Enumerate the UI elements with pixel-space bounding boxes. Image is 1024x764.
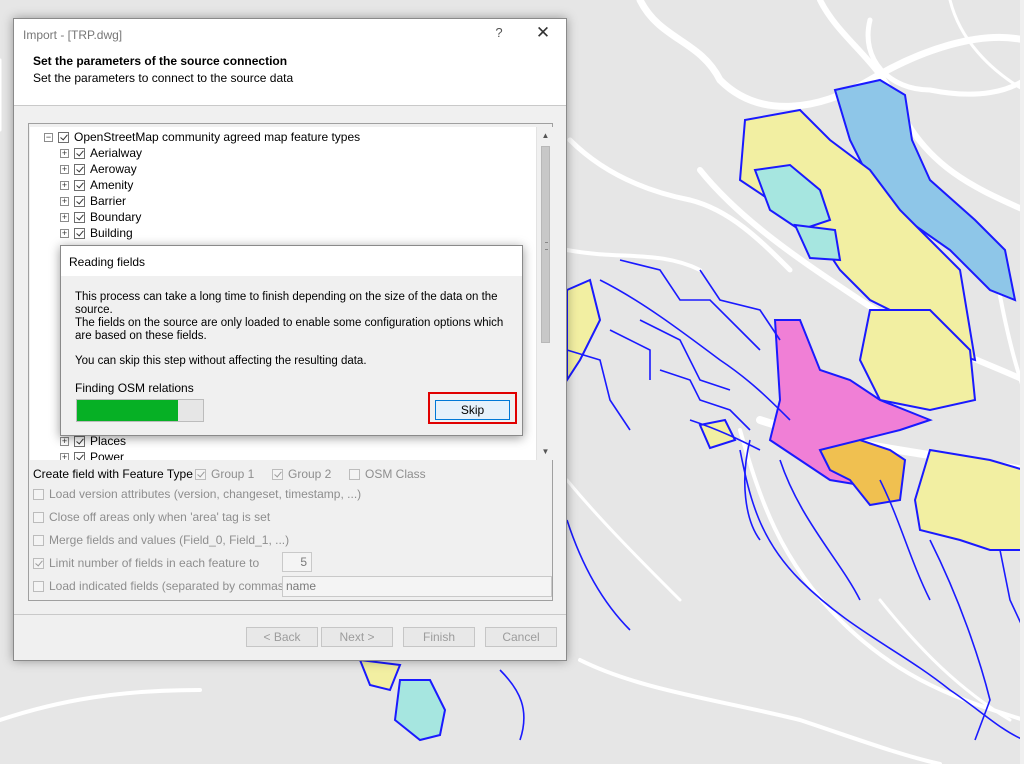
close-off-option[interactable]: Close off areas only when 'area' tag is … (33, 510, 270, 524)
help-icon[interactable]: ? (492, 25, 506, 41)
page-subheading: Set the parameters to connect to the sou… (33, 71, 294, 85)
tree-item-label: Building (90, 226, 133, 240)
tree-item[interactable]: + Amenity (60, 177, 133, 193)
load-version-checkbox[interactable] (33, 488, 44, 500)
tree-item[interactable]: + Aeroway (60, 161, 137, 177)
close-off-label: Close off areas only when 'area' tag is … (49, 510, 271, 524)
tree-item-label: Barrier (90, 194, 127, 208)
expand-icon[interactable]: + (60, 452, 69, 460)
dialog-title: Import - [TRP.dwg] (23, 28, 123, 42)
tree-item[interactable]: + Power (60, 449, 124, 460)
scroll-thumb[interactable] (541, 146, 550, 343)
indicated-fields-input[interactable]: name (282, 576, 552, 597)
expand-icon[interactable]: + (60, 436, 69, 446)
scroll-down-icon[interactable]: ▼ (537, 443, 554, 460)
group2-checkbox[interactable] (272, 468, 283, 480)
group2-option[interactable]: Group 2 (272, 467, 331, 481)
tree-root-row[interactable]: − OpenStreetMap community agreed map fea… (44, 129, 360, 145)
next-button[interactable]: Next > (321, 627, 393, 647)
collapse-icon[interactable]: − (44, 132, 53, 142)
tree-item-checkbox[interactable] (74, 211, 85, 223)
group1-label: Group 1 (211, 467, 255, 481)
expand-icon[interactable]: + (60, 212, 69, 222)
load-indicated-option[interactable]: Load indicated fields (separated by comm… (33, 579, 288, 593)
progress-bar (76, 399, 204, 422)
group1-option[interactable]: Group 1 (195, 467, 254, 481)
feature-type-row: Create field with Feature Type (33, 467, 193, 481)
load-indicated-label: Load indicated fields (separated by comm… (49, 579, 288, 593)
progress-label: Finding OSM relations (75, 381, 194, 395)
tree-item-label: Places (90, 434, 127, 448)
expand-icon[interactable]: + (60, 164, 69, 174)
tree-scrollbar[interactable]: ▲ ▼ (536, 127, 553, 460)
tree-item-label: Aerialway (90, 146, 143, 160)
tree-item-checkbox[interactable] (74, 147, 85, 159)
close-icon[interactable]: ✕ (532, 23, 554, 43)
load-version-option[interactable]: Load version attributes (version, change… (33, 487, 361, 501)
group2-label: Group 2 (288, 467, 332, 481)
load-version-label: Load version attributes (version, change… (49, 487, 362, 501)
tree-item-label: Boundary (90, 210, 142, 224)
tree-item-checkbox[interactable] (74, 451, 85, 460)
footer-divider (14, 614, 566, 615)
limit-fields-input[interactable]: 5 (282, 552, 312, 572)
tree-item-checkbox[interactable] (74, 179, 85, 191)
expand-icon[interactable]: + (60, 228, 69, 238)
grip-icon (545, 242, 548, 250)
tree-item[interactable]: + Barrier (60, 193, 126, 209)
popup-title: Reading fields (69, 255, 146, 269)
expand-icon[interactable]: + (60, 180, 69, 190)
tree-item-label: Amenity (90, 178, 134, 192)
merge-fields-option[interactable]: Merge fields and values (Field_0, Field_… (33, 533, 289, 547)
limit-fields-checkbox[interactable] (33, 557, 44, 569)
tree-item-checkbox[interactable] (74, 227, 85, 239)
popup-message-3: You can skip this step without affecting… (75, 355, 367, 367)
popup-message-2: The fields on the source are only loaded… (75, 317, 504, 342)
scroll-up-icon[interactable]: ▲ (537, 127, 554, 144)
finish-button[interactable]: Finish (403, 627, 475, 647)
tree-item[interactable]: + Aerialway (60, 145, 142, 161)
skip-highlight-box (428, 392, 517, 424)
tree-item-label: Aeroway (90, 162, 137, 176)
osm-class-label: OSM Class (365, 467, 426, 481)
merge-fields-label: Merge fields and values (Field_0, Field_… (49, 533, 290, 547)
expand-icon[interactable]: + (60, 196, 69, 206)
tree-item-checkbox[interactable] (74, 163, 85, 175)
back-button[interactable]: < Back (246, 627, 318, 647)
expand-icon[interactable]: + (60, 148, 69, 158)
tree-item-checkbox[interactable] (74, 435, 85, 447)
dialog-header: Import - [TRP.dwg] ? ✕ Set the parameter… (14, 19, 566, 106)
tree-item[interactable]: + Boundary (60, 209, 141, 225)
osm-class-checkbox[interactable] (349, 468, 360, 480)
osm-class-option[interactable]: OSM Class (349, 467, 426, 481)
tree-root-checkbox[interactable] (58, 131, 69, 143)
tree-root-label: OpenStreetMap community agreed map featu… (74, 130, 361, 144)
popup-header: Reading fields (61, 246, 522, 276)
tree-item-label: Power (90, 450, 125, 460)
group1-checkbox[interactable] (195, 468, 206, 480)
merge-fields-checkbox[interactable] (33, 534, 44, 546)
progress-fill (77, 400, 178, 421)
close-off-checkbox[interactable] (33, 511, 44, 523)
popup-message-1: This process can take a long time to fin… (75, 291, 498, 316)
feature-type-label: Create field with Feature Type (33, 467, 193, 481)
page-heading: Set the parameters of the source connect… (33, 54, 288, 68)
load-indicated-checkbox[interactable] (33, 580, 44, 592)
limit-fields-option[interactable]: Limit number of fields in each feature t… (33, 556, 259, 570)
limit-fields-label: Limit number of fields in each feature t… (49, 556, 260, 570)
tree-item-checkbox[interactable] (74, 195, 85, 207)
tree-item[interactable]: + Building (60, 225, 133, 241)
cancel-button[interactable]: Cancel (485, 627, 557, 647)
